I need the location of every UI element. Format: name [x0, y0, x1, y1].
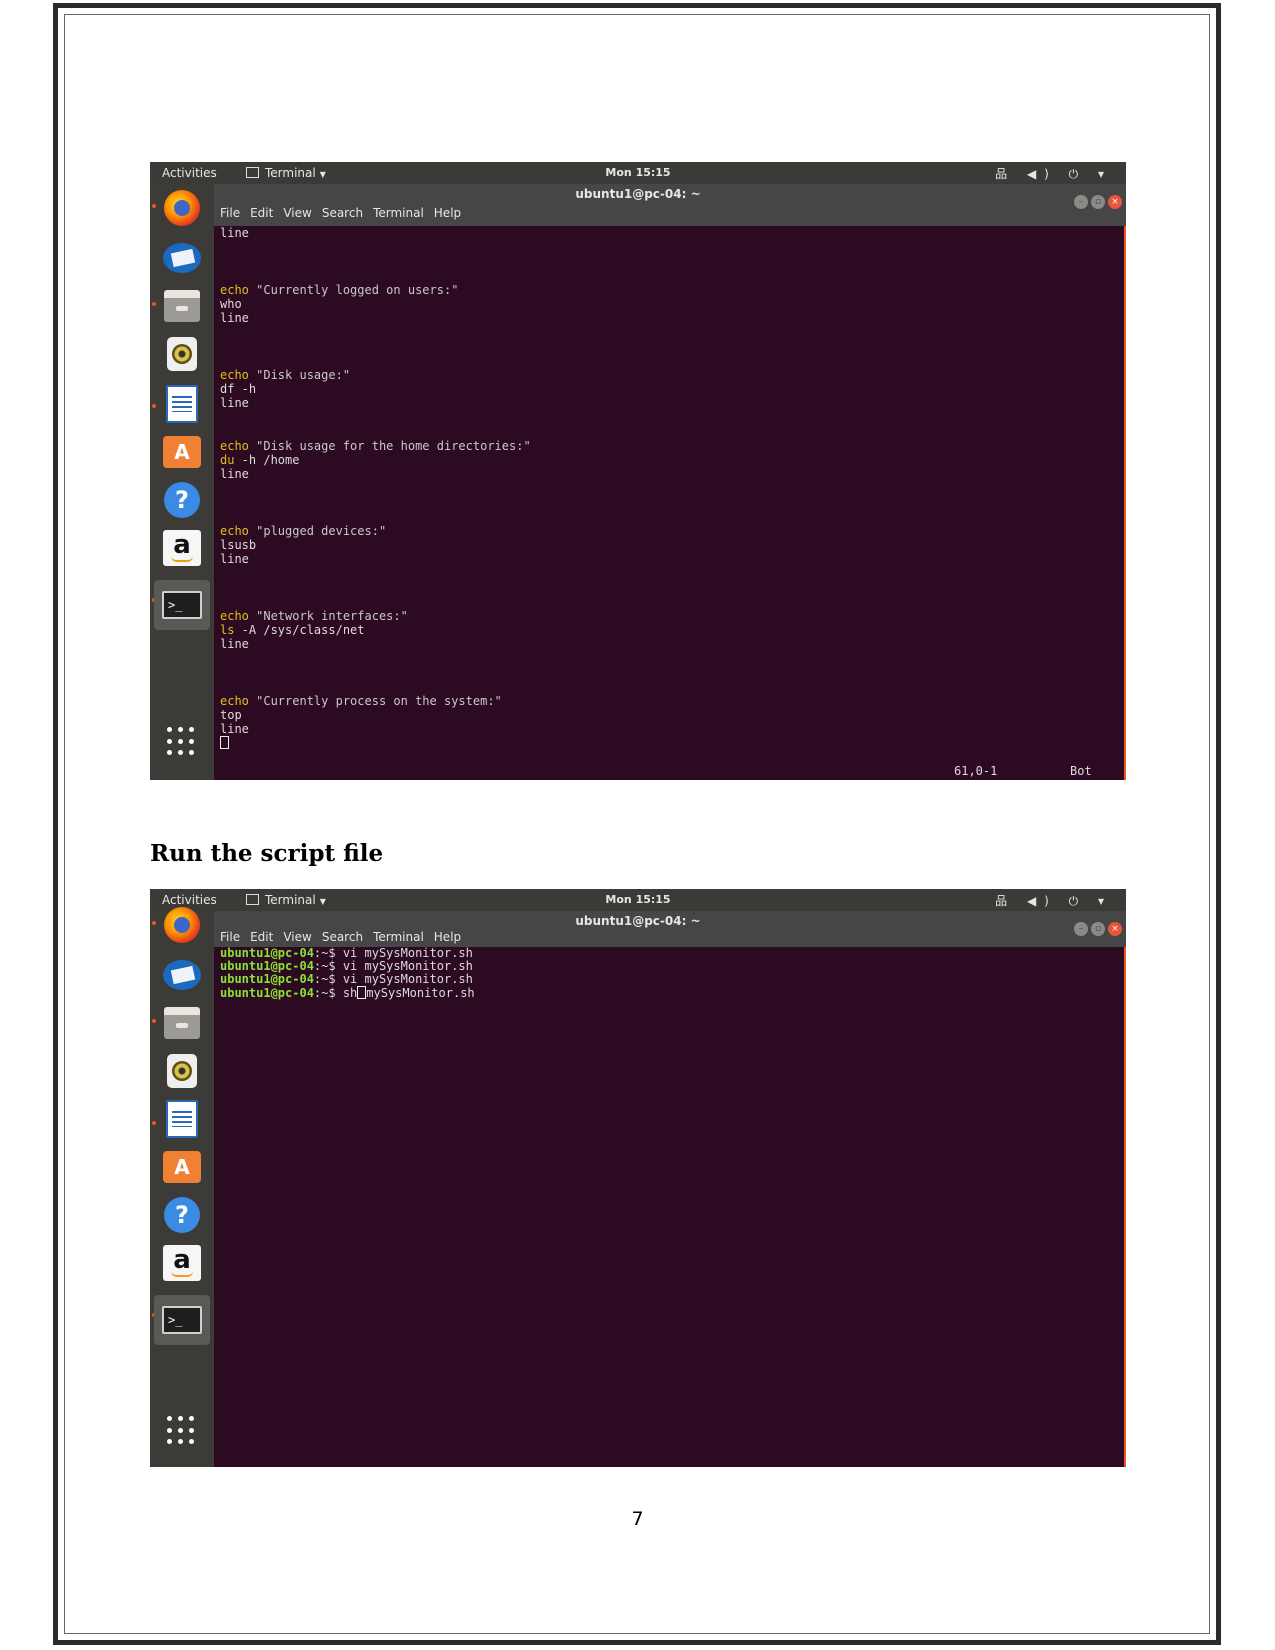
menu-view[interactable]: View: [283, 930, 311, 944]
vim-scroll-position: Bot: [1070, 764, 1092, 778]
code-line: df -h: [220, 382, 257, 396]
scrollbar[interactable]: [1124, 947, 1126, 1467]
code-line: line: [220, 467, 249, 481]
menu-view[interactable]: View: [283, 206, 311, 220]
maximize-icon[interactable]: ▫: [1091, 922, 1105, 936]
maximize-icon[interactable]: ▫: [1091, 195, 1105, 209]
page-number: 7: [631, 1508, 644, 1530]
menu-search[interactable]: Search: [322, 206, 363, 220]
rhythmbox-icon[interactable]: [162, 1051, 202, 1091]
terminal-line: ubuntu1@pc-04:~$ vi mySysMonitor.sh: [220, 972, 473, 986]
code-line: who: [220, 297, 242, 311]
window-title: ubuntu1@pc-04: ~: [575, 914, 701, 928]
software-icon[interactable]: A: [162, 1147, 202, 1187]
code-line: echo "Disk usage:": [220, 368, 351, 382]
clock[interactable]: Mon 15:15: [150, 893, 1126, 906]
code-line: du -h /home: [220, 453, 300, 467]
code-line: line: [220, 722, 249, 736]
menu-file[interactable]: File: [220, 930, 240, 944]
clock[interactable]: Mon 15:15: [150, 166, 1126, 179]
amazon-icon[interactable]: a: [162, 1243, 202, 1283]
code-line: echo "plugged devices:": [220, 524, 387, 538]
running-indicator: [152, 302, 156, 306]
running-indicator: [152, 204, 156, 208]
dock: A ? a >_: [150, 907, 214, 1467]
menu-file[interactable]: File: [220, 206, 240, 220]
show-apps-icon[interactable]: [162, 1411, 202, 1451]
text-cursor: [220, 736, 229, 749]
files-icon[interactable]: [162, 286, 202, 326]
text-cursor: [357, 986, 367, 999]
close-icon[interactable]: ×: [1108, 195, 1122, 209]
window-titlebar: ubuntu1@pc-04: ~ – ▫ × File Edit View Search T…: [214, 911, 1126, 947]
thunderbird-icon[interactable]: [162, 955, 202, 995]
minimize-icon[interactable]: –: [1074, 922, 1088, 936]
software-icon[interactable]: A: [162, 432, 202, 472]
window-titlebar: ubuntu1@pc-04: ~ – ▫ × File Edit View Search T…: [214, 184, 1126, 226]
menubar: File Edit View Search Terminal Help: [220, 206, 471, 220]
writer-icon[interactable]: [162, 1099, 202, 1139]
amazon-icon[interactable]: a: [162, 528, 202, 568]
code-line: echo "Currently process on the system:": [220, 694, 502, 708]
vim-cursor-position: 61,0-1: [954, 764, 998, 778]
section-heading: Run the script file: [150, 840, 384, 867]
running-indicator: [152, 1121, 156, 1125]
code-line: line: [220, 311, 249, 325]
menu-help[interactable]: Help: [434, 206, 461, 220]
menu-help[interactable]: Help: [434, 930, 461, 944]
menu-search[interactable]: Search: [322, 930, 363, 944]
code-line: echo "Network interfaces:": [220, 609, 408, 623]
code-line: echo "Currently logged on users:": [220, 283, 459, 297]
terminal-line: ubuntu1@pc-04:~$ sh mySysMonitor.sh: [220, 986, 475, 1000]
rhythmbox-icon[interactable]: [162, 334, 202, 374]
show-apps-icon[interactable]: [162, 722, 202, 762]
vim-screenshot: Activities Terminal ▼ Mon 15:15 品 ◀) ⏻ ▾ …: [150, 162, 1126, 780]
code-line: line: [220, 637, 249, 651]
menu-terminal[interactable]: Terminal: [373, 206, 424, 220]
thunderbird-icon[interactable]: [162, 238, 202, 278]
menu-edit[interactable]: Edit: [250, 206, 273, 220]
code-line: ls -A /sys/class/net: [220, 623, 365, 637]
code-line: line: [220, 552, 249, 566]
window-title: ubuntu1@pc-04: ~: [575, 187, 701, 201]
help-icon[interactable]: ?: [162, 1195, 202, 1235]
scrollbar[interactable]: [1124, 226, 1126, 780]
code-line: line: [220, 396, 249, 410]
cursor-line: [220, 736, 229, 750]
window-controls: – ▫ ×: [1071, 189, 1122, 209]
terminal-content[interactable]: ubuntu1@pc-04:~$ vi mySysMonitor.sh ubun…: [214, 947, 1126, 1467]
code-line: echo "Disk usage for the home directorie…: [220, 439, 531, 453]
terminal-icon[interactable]: >_: [154, 1295, 210, 1345]
help-icon[interactable]: ?: [162, 480, 202, 520]
code-line: top: [220, 708, 242, 722]
menu-terminal[interactable]: Terminal: [373, 930, 424, 944]
menubar: File Edit View Search Terminal Help: [220, 930, 471, 944]
writer-icon[interactable]: [162, 384, 202, 424]
system-status-icons[interactable]: 品 ◀) ⏻ ▾: [995, 165, 1112, 182]
code-line: lsusb: [220, 538, 257, 552]
top-panel: Activities Terminal ▼ Mon 15:15 品 ◀) ⏻ ▾: [150, 162, 1126, 184]
terminal-icon[interactable]: >_: [154, 580, 210, 630]
minimize-icon[interactable]: –: [1074, 195, 1088, 209]
running-indicator: [152, 1019, 156, 1023]
dock: A ? a >_: [150, 184, 214, 780]
system-status-icons[interactable]: 品 ◀) ⏻ ▾: [995, 892, 1112, 909]
top-panel: Activities Terminal ▼ Mon 15:15 品 ◀) ⏻ ▾: [150, 889, 1126, 911]
terminal-content[interactable]: line echo "Currently logged on users:" w…: [214, 226, 1126, 780]
files-icon[interactable]: [162, 1003, 202, 1043]
close-icon[interactable]: ×: [1108, 922, 1122, 936]
code-line: line: [220, 226, 249, 240]
menu-edit[interactable]: Edit: [250, 930, 273, 944]
running-indicator: [152, 404, 156, 408]
terminal-screenshot: Activities Terminal ▼ Mon 15:15 品 ◀) ⏻ ▾ …: [150, 889, 1126, 1467]
window-controls: – ▫ ×: [1071, 916, 1122, 936]
